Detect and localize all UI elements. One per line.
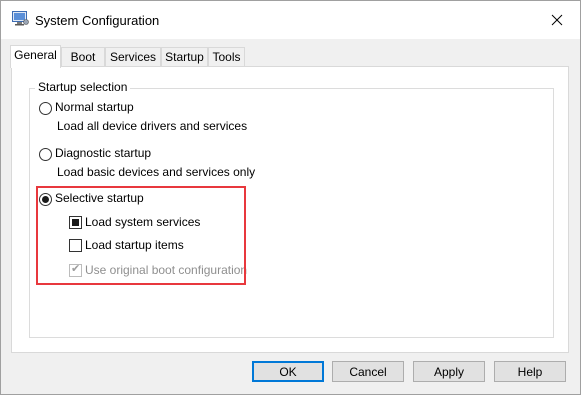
window-title: System Configuration — [35, 13, 160, 28]
diagnostic-startup-radio[interactable] — [39, 148, 52, 161]
ok-button[interactable]: OK — [252, 361, 324, 382]
tab-services[interactable]: Services — [105, 47, 161, 66]
tab-tools[interactable]: Tools — [208, 47, 245, 66]
tab-boot[interactable]: Boot — [61, 47, 105, 66]
normal-startup-radio[interactable] — [39, 102, 52, 115]
msconfig-icon — [12, 11, 29, 26]
startup-selection-label: Startup selection — [35, 80, 131, 94]
title-bar: System Configuration — [1, 1, 580, 39]
tab-startup[interactable]: Startup — [161, 47, 208, 66]
cancel-button[interactable]: Cancel — [332, 361, 404, 382]
normal-startup-label[interactable]: Normal startup — [55, 100, 134, 114]
system-configuration-window: System Configuration General Boot Servic… — [0, 0, 581, 395]
tab-general[interactable]: General — [10, 45, 61, 68]
apply-button[interactable]: Apply — [413, 361, 485, 382]
normal-startup-description: Load all device drivers and services — [57, 119, 248, 133]
close-button[interactable] — [534, 1, 580, 39]
diagnostic-startup-label[interactable]: Diagnostic startup — [55, 146, 151, 160]
diagnostic-startup-description: Load basic devices and services only — [57, 165, 256, 179]
close-icon — [551, 14, 563, 26]
help-button[interactable]: Help — [494, 361, 566, 382]
selective-startup-highlight-box — [36, 186, 246, 285]
